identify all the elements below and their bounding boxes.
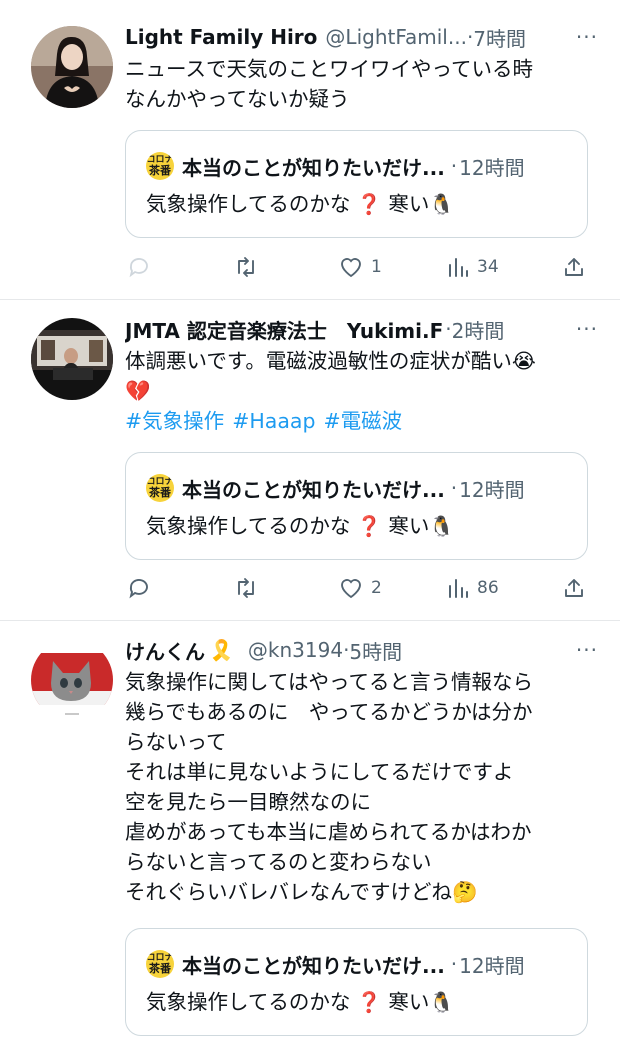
more-dots-icon[interactable]: ··· [566,317,598,341]
like-count: 1 [371,257,382,277]
reply-icon [129,579,148,599]
view-count: 86 [477,578,499,598]
quoted-tweet[interactable]: コロナ 茶番 本当のことが知りたいだけ... · 12時間 気象操作してるのかな… [125,928,588,1036]
share-button[interactable] [563,577,585,599]
tweet-text: 体調悪いです。電磁波過敏性の症状が酷い😭 💔 [125,349,536,403]
avatar[interactable] [31,26,113,108]
retweet-button[interactable] [233,576,267,600]
quoted-avatar-logo: コロナ 茶番 [146,152,174,180]
user-handle[interactable]: @LightFamil... [325,25,467,49]
quoted-timestamp: 12時間 [459,953,525,978]
penguin-icon: 🐧 [429,514,455,538]
hashtag-list: #気象操作 #Haaap #電磁波 [125,406,598,436]
quoted-tweet-header: コロナ 茶番 本当のことが知りたいだけ... · 12時間 [146,151,573,181]
quoted-timestamp: 12時間 [459,477,525,502]
share-icon [565,579,583,597]
quoted-text: 気象操作してるのかな ❓ 寒い🐧 [146,511,454,541]
views-bar-icon [449,579,468,598]
quoted-tweet[interactable]: コロナ 茶番 本当のことが知りたいだけ... · 12時間 気象操作してるのかな… [125,452,588,560]
tweet-header: Light Family Hiro @LightFamil... · 7時間 ·… [125,22,598,52]
quoted-separator: · [450,952,458,976]
tweet[interactable]: けんくん 🎗️ @kn3194 · 5時間 ··· 気象操作に関してはやってると… [0,621,620,1046]
quoted-timestamp: 12時間 [459,155,525,180]
logo-text-bottom: 茶番 [149,164,171,177]
tweet-actions: 2 86 [125,574,598,602]
view-count: 34 [477,257,499,277]
views-button[interactable]: 34 [447,256,499,278]
quoted-text-part2: 寒い [388,514,430,538]
more-dots-icon[interactable]: ··· [566,638,598,662]
quoted-separator: · [450,154,458,178]
tweet-text: 気象操作に関してはやってると言う情報なら 幾らでもあるのに やってるかどうかは分… [125,670,533,904]
quoted-text-part1: 気象操作してるのかな [146,514,351,538]
display-name[interactable]: けんくん [125,636,205,665]
views-button[interactable]: 86 [447,577,499,599]
quoted-text: 気象操作してるのかな ❓ 寒い🐧 [146,189,454,219]
quoted-tweet-header: コロナ 茶番 本当のことが知りたいだけ... · 12時間 [146,949,573,979]
like-button[interactable]: 1 [339,256,382,278]
logo-text-bottom: 茶番 [149,486,171,499]
heart-icon [341,579,361,599]
tweet-text: ニュースで天気のことワイワイやっている時 なんかやってないか疑う [125,57,533,111]
penguin-icon: 🐧 [429,192,455,216]
tweet-actions: 1 34 [125,253,598,281]
like-button[interactable]: 2 [339,577,382,599]
tweet[interactable]: Light Family Hiro @LightFamil... · 7時間 ·… [0,0,620,300]
quoted-tweet-header: コロナ 茶番 本当のことが知りたいだけ... · 12時間 [146,473,573,503]
tweet-header: JMTA 認定音楽療法士 Yukimi.F · 2時間 ··· [125,314,598,344]
share-icon [565,258,583,276]
user-handle[interactable]: @kn3194 [248,638,343,662]
avatar[interactable] [31,639,113,721]
quoted-text-part1: 気象操作してるのかな [146,990,351,1014]
avatar[interactable] [31,318,113,400]
hashtag-link[interactable]: #電磁波 [323,409,402,433]
penguin-icon: 🐧 [429,990,455,1014]
reply-button[interactable] [127,255,159,279]
share-button[interactable] [563,256,585,278]
question-mark-icon: ❓ [356,192,382,216]
quoted-separator: · [450,476,458,500]
display-name[interactable]: Light Family Hiro [125,25,317,49]
retweet-button[interactable] [233,255,267,279]
quoted-text-part1: 気象操作してるのかな [146,192,351,216]
quoted-text-part2: 寒い [388,990,430,1014]
more-dots-icon[interactable]: ··· [566,25,598,49]
timestamp[interactable]: 5時間 [349,636,402,665]
reply-button[interactable] [127,576,159,600]
retweet-icon [238,578,254,598]
reply-icon [129,258,148,278]
quoted-text: 気象操作してるのかな ❓ 寒い🐧 [146,987,454,1017]
quoted-tweet[interactable]: コロナ 茶番 本当のことが知りたいだけ... · 12時間 気象操作してるのかな… [125,130,588,238]
quoted-text-part2: 寒い [388,192,430,216]
logo-text-bottom: 茶番 [149,962,171,975]
hashtag-link[interactable]: #Haaap [232,409,315,433]
timestamp[interactable]: 7時間 [473,23,526,52]
question-mark-icon: ❓ [356,514,382,538]
display-name[interactable]: JMTA 認定音楽療法士 Yukimi.F [125,315,443,344]
heart-icon [341,258,361,278]
question-mark-icon: ❓ [356,990,382,1014]
quoted-display-name: 本当のことが知りたいだけ... [182,155,445,180]
ribbon-icon: 🎗️ [209,638,234,662]
retweet-icon [238,257,254,277]
quoted-display-name: 本当のことが知りたいだけ... [182,477,445,502]
timestamp[interactable]: 2時間 [452,315,505,344]
like-count: 2 [371,578,382,598]
quoted-avatar-logo: コロナ 茶番 [146,950,174,978]
tweet[interactable]: JMTA 認定音楽療法士 Yukimi.F · 2時間 ··· 体調悪いです。電… [0,300,620,621]
quoted-display-name: 本当のことが知りたいだけ... [182,953,445,978]
quoted-avatar-logo: コロナ 茶番 [146,474,174,502]
hashtag-link[interactable]: #気象操作 [125,409,224,433]
tweet-header: けんくん 🎗️ @kn3194 · 5時間 ··· [125,635,598,665]
views-bar-icon [449,258,468,277]
